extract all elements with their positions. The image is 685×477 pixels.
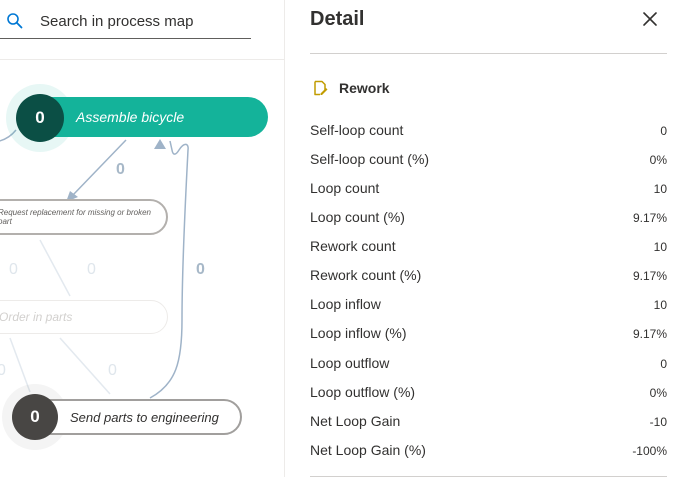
metric-label: Rework count (%): [310, 267, 422, 283]
toolbar-divider: [0, 59, 284, 60]
activity-node-send-parts[interactable]: Send parts to engineering: [30, 399, 242, 435]
metric-row: Self-loop count (%) 0%: [310, 151, 667, 171]
metric-label: Loop count: [310, 180, 380, 196]
activity-count-badge: 0: [12, 394, 58, 440]
activity-label: Assemble bicycle: [76, 109, 185, 125]
activity-node-request-replacement[interactable]: Request replacement for missing or broke…: [0, 199, 168, 235]
metric-label: Net Loop Gain (%): [310, 442, 426, 458]
edge-count-label: 0: [9, 261, 18, 278]
title-divider: [310, 53, 667, 54]
metric-row: Net Loop Gain -10: [310, 413, 667, 433]
rework-icon: [314, 80, 328, 96]
metric-label: Self-loop count (%): [310, 151, 430, 167]
metric-row: Rework count 10: [310, 238, 667, 258]
search-bar: [0, 0, 284, 58]
edge-arrowhead: [154, 139, 166, 149]
activity-label: Send parts to engineering: [70, 409, 219, 425]
edge-count-label: 0: [0, 362, 6, 379]
section-heading-rework: Rework: [339, 80, 390, 96]
metric-row: Loop count (%) 9.17%: [310, 209, 667, 229]
metric-label: Loop inflow (%): [310, 325, 407, 341]
activity-node-assemble-bicycle[interactable]: Assemble bicycle: [30, 97, 268, 137]
metric-row: Loop inflow 10: [310, 296, 667, 316]
metric-value: -10: [649, 415, 667, 429]
metric-label: Self-loop count: [310, 122, 404, 138]
process-edge[interactable]: [59, 337, 111, 395]
metric-label: Loop outflow (%): [310, 384, 416, 400]
metric-label: Loop count (%): [310, 209, 405, 225]
metric-value: 10: [653, 240, 667, 254]
metric-value: 0: [660, 357, 667, 371]
metric-value: 0%: [649, 153, 667, 167]
search-underline: [0, 38, 251, 39]
metric-label: Loop outflow: [310, 355, 390, 371]
metric-label: Loop inflow: [310, 296, 381, 312]
metric-value: -100%: [632, 444, 667, 458]
edge-count-label: 0: [116, 161, 125, 178]
search-input[interactable]: [40, 10, 240, 32]
metric-value: 0: [660, 124, 667, 138]
metric-row: Loop outflow 0: [310, 355, 667, 375]
metric-value: 9.17%: [632, 269, 667, 283]
edge-count-label: 0: [87, 261, 96, 278]
metric-value: 0%: [649, 386, 667, 400]
edge-count-label: 0: [108, 362, 117, 379]
close-icon[interactable]: [639, 8, 661, 30]
detail-title: Detail: [310, 8, 365, 30]
metric-row: Rework count (%) 9.17%: [310, 267, 667, 287]
metric-value: 10: [653, 298, 667, 312]
metric-label: Net Loop Gain: [310, 413, 401, 429]
metric-label: Rework count: [310, 238, 396, 254]
activity-label: Order in parts: [0, 310, 73, 324]
process-edge[interactable]: [149, 140, 189, 399]
metric-value: 10: [653, 182, 667, 196]
edge-count-label: 0: [196, 261, 205, 278]
process-map-pane: Assemble bicycle 0 Request replacement f…: [0, 0, 284, 477]
activity-label: Request replacement for missing or broke…: [0, 208, 151, 226]
metric-row: Loop inflow (%) 9.17%: [310, 325, 667, 345]
metric-value: 9.17%: [632, 211, 667, 225]
activity-node-order-in-parts[interactable]: Order in parts: [0, 300, 168, 334]
metric-value: 9.17%: [632, 327, 667, 341]
metric-row: Loop outflow (%) 0%: [310, 384, 667, 404]
process-edge[interactable]: [39, 239, 71, 297]
activity-count-badge: 0: [16, 94, 64, 142]
metric-row: Net Loop Gain (%) -100%: [310, 442, 667, 462]
detail-panel: Detail Rework Self-loop count 0 Self-loo…: [285, 0, 685, 477]
metric-row: Self-loop count 0: [310, 122, 667, 142]
search-icon: [7, 13, 23, 29]
metric-row: Loop count 10: [310, 180, 667, 200]
